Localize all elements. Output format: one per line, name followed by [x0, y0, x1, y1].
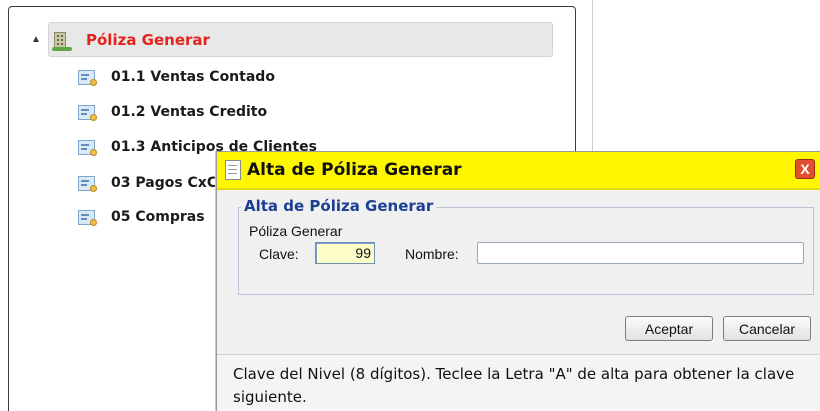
- tree-item-pagos-cxc[interactable]: 03 Pagos CxC: [78, 169, 217, 197]
- report-icon: [78, 69, 97, 86]
- expand-collapse-icon[interactable]: ▲: [24, 22, 48, 57]
- clave-input[interactable]: [315, 242, 375, 264]
- tree-item-ventas-credito[interactable]: 01.2 Ventas Credito: [78, 98, 267, 126]
- tree-item-label: 05 Compras: [111, 209, 205, 225]
- building-icon: [52, 29, 72, 51]
- report-icon: [78, 209, 97, 226]
- dialog-title: Alta de Póliza Generar: [247, 160, 462, 180]
- status-bar: Clave del Nivel (8 dígitos). Teclee la L…: [217, 354, 820, 411]
- aceptar-button[interactable]: Aceptar: [625, 316, 713, 341]
- report-icon: [78, 104, 97, 121]
- close-icon[interactable]: X: [795, 159, 815, 179]
- report-icon: [78, 139, 97, 156]
- tree-item-compras[interactable]: 05 Compras: [78, 203, 205, 231]
- tree-item-label: 03 Pagos CxC: [111, 175, 218, 191]
- fieldset-subtitle: Póliza Generar: [249, 223, 343, 239]
- tree-item-ventas-contado[interactable]: 01.1 Ventas Contado: [78, 63, 275, 91]
- dialog-titlebar[interactable]: Alta de Póliza Generar X: [217, 152, 820, 190]
- cancelar-button[interactable]: Cancelar: [723, 316, 811, 341]
- tree-root-node[interactable]: ▲ Póliza Generar: [24, 22, 553, 57]
- tree-item-label: 01.2 Ventas Credito: [111, 104, 268, 120]
- nombre-input[interactable]: [477, 242, 804, 264]
- tree-root-row[interactable]: Póliza Generar: [48, 22, 553, 57]
- alta-fieldset: Alta de Póliza Generar Póliza Generar Cl…: [238, 197, 814, 295]
- clave-label: Clave:: [259, 246, 299, 262]
- nombre-label: Nombre:: [405, 246, 459, 262]
- alta-dialog: Alta de Póliza Generar X Alta de Póliza …: [216, 151, 820, 411]
- tree-root-label: Póliza Generar: [86, 30, 210, 49]
- report-icon: [78, 175, 97, 192]
- status-help-text: Clave del Nivel (8 dígitos). Teclee la L…: [233, 365, 795, 406]
- document-icon: [225, 160, 241, 180]
- tree-item-label: 01.1 Ventas Contado: [111, 69, 275, 85]
- fieldset-legend: Alta de Póliza Generar: [241, 197, 437, 215]
